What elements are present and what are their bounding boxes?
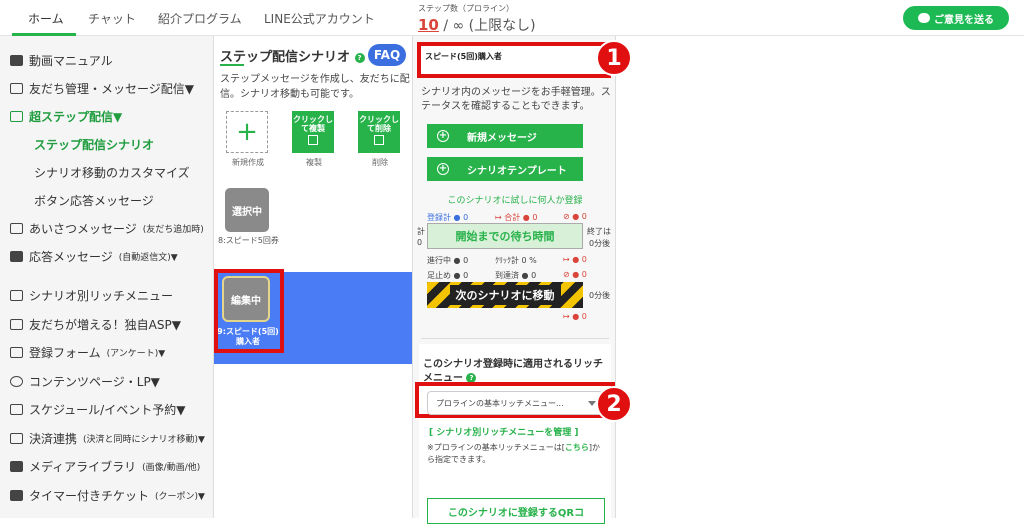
globe-icon [10,376,23,387]
copy-icon [308,135,318,145]
stat-registered: 登録計 ● 0 [427,213,469,222]
users-icon [10,83,23,94]
stat-zero-left: 0 [417,238,423,247]
video-icon [10,55,23,66]
help-icon[interactable]: ? [354,52,365,63]
here-link[interactable]: こちら [565,443,589,452]
chat-bubble-icon [918,13,930,23]
sidebar-item-greeting[interactable]: あいさつメッセージ (友だち追加時) [10,220,204,237]
tab-home[interactable]: ホーム [28,10,64,27]
reply-icon [10,251,23,262]
sidebar-item-auto-reply[interactable]: 応答メッセージ (自動返信文)▼ [10,248,178,265]
annotation-badge-2: 2 [596,386,632,422]
end-after: 0分後 [589,239,611,248]
list-icon [10,347,23,358]
stat-blocked: ⊘ ● 0 [563,212,587,221]
end-label: 終了は [587,227,611,236]
tab-line-official[interactable]: LINE公式アカウント [264,10,375,27]
sitemap-icon [10,111,23,122]
richmenu-note: ※プロラインの基本リッチメニューは[こちら]から指定できます。 [427,443,600,464]
stat-moved-2: ↦ ● 0 [563,312,587,321]
copy-caption: 複製 [306,158,322,167]
stat-blocked-2: ⊘ ● 0 [563,270,587,279]
steps-count: 10 / ∞ (上限なし) [418,15,536,35]
scenario-tile-selected[interactable]: 選択中 [225,188,269,232]
highlight-frame [214,269,284,353]
new-scenario-button[interactable]: + [226,111,268,153]
tab-referral[interactable]: 紹介プログラム [158,10,242,27]
top-navbar: ホーム チャット 紹介プログラム LINE公式アカウント ステップ数（プロライン… [0,0,1024,36]
sidebar-item-content-page[interactable]: コンテンツページ・LP▼ [10,373,160,390]
credit-card-icon [10,433,23,444]
scenario-detail-panel: スピード(5回)購入者 シナリオ内のメッセージをお手軽管理。ステータスを確認する… [412,36,617,524]
scenario-description: ステップメッセージを作成し、友だちに配信。シナリオ移動も可能です。 [220,74,410,100]
chevron-down-icon [588,401,596,406]
sidebar-item-friend-management[interactable]: 友だち管理・メッセージ配信▼ [10,80,194,97]
plus-icon: + [236,117,258,147]
sidebar-item-form[interactable]: 登録フォーム (アンケート)▼ [10,344,165,361]
steps-current[interactable]: 10 [418,16,439,34]
folder-icon [10,461,23,472]
page-title: ステップ配信シナリオ ? [220,46,365,65]
qr-code-button[interactable]: このシナリオに登録するQRコ [427,498,605,524]
hand-icon [10,223,23,234]
sidebar-item-video-manual[interactable]: 動画マニュアル [10,52,113,69]
plus-circle-icon: + [437,130,449,142]
copy-button[interactable]: クリックして複製 [292,111,334,153]
sidebar-item-super-step[interactable]: 超ステップ配信▼ [10,108,122,125]
sidebar-item-payment[interactable]: 決済連携 (決済と同時にシナリオ移動)▼ [10,430,205,447]
delete-caption: 削除 [372,158,388,167]
scenario-tile-caption: 8:スピード5回券 [218,236,279,245]
template-button[interactable]: + シナリオテンプレート [427,157,583,181]
stat-in-progress: 進行中 ● 0 [427,256,469,265]
feedback-button[interactable]: ご意見を送る [903,6,1009,30]
wait-time-button[interactable]: 開始までの待ち時間 [427,223,583,249]
new-caption: 新規作成 [232,158,264,167]
scenario-name-field[interactable]: スピード(5回)購入者 [417,42,611,78]
ticket-icon [10,490,23,501]
next-after: 0分後 [589,291,611,300]
tab-chat[interactable]: チャット [88,10,136,27]
manage-richmenu-link[interactable]: [ シナリオ別リッチメニューを管理 ] [429,425,579,438]
sidebar-item-schedule[interactable]: スケジュール/イベント予約▼ [10,401,185,418]
stat-stopped: 足止め ● 0 [427,271,469,280]
sidebar-item-rich-menu[interactable]: シナリオ別リッチメニュー [10,287,173,304]
trial-register-link[interactable]: このシナリオに試しに何人か登録 [413,193,617,206]
calendar-icon [10,404,23,415]
detail-description: シナリオ内のメッセージをお手軽管理。ステータスを確認することもできます。 [421,87,611,112]
annotation-badge-1: 1 [596,40,632,76]
richmenu-select[interactable]: プロラインの基本リッチメニュー... [427,391,603,415]
handshake-icon [10,319,23,330]
title-underline [220,64,244,66]
sidebar-item-step-scenario[interactable]: ステップ配信シナリオ [34,136,154,153]
trash-icon [374,135,384,145]
stat-moved: ↦ ● 0 [563,255,587,264]
next-scenario-button[interactable]: 次のシナリオに移動 [427,282,583,308]
stat-reached: 到達済 ● 0 [495,271,537,280]
faq-button[interactable]: FAQ [368,44,406,66]
plus-circle-icon: + [437,163,449,175]
sidebar-item-media[interactable]: メディアライブラリ (画像/動画/他) [10,458,200,475]
sidebar-item-asp[interactable]: 友だちが増える！独自ASP▼ [10,316,181,333]
sidebar-item-scenario-move[interactable]: シナリオ移動のカスタマイズ [34,164,190,181]
divider [421,338,609,339]
delete-button[interactable]: クリックして削除 [358,111,400,153]
scenario-panel: ステップ配信シナリオ ? FAQ ステップメッセージを作成し、友だちに配信。シナ… [214,36,412,518]
stat-total-left: 計 [417,227,425,236]
sidebar-item-button-response[interactable]: ボタン応答メッセージ [34,192,154,209]
stat-total: ↦ 合計 ● 0 [495,213,538,222]
steps-rest: / ∞ (上限なし) [443,18,536,34]
feedback-label: ご意見を送る [934,14,994,26]
steps-label: ステップ数（プロライン） [418,4,514,13]
new-message-button[interactable]: + 新規メッセージ [427,124,583,148]
empty-content-area [617,36,1024,518]
stat-click-total: ｸﾘｯｸ計 0 % [495,256,537,265]
sidebar-item-ticket[interactable]: タイマー付きチケット (クーポン)▼ [10,487,205,504]
mobile-icon [10,290,23,301]
sidebar: 動画マニュアル 友だち管理・メッセージ配信▼ 超ステップ配信▼ ステップ配信シナ… [0,36,214,518]
